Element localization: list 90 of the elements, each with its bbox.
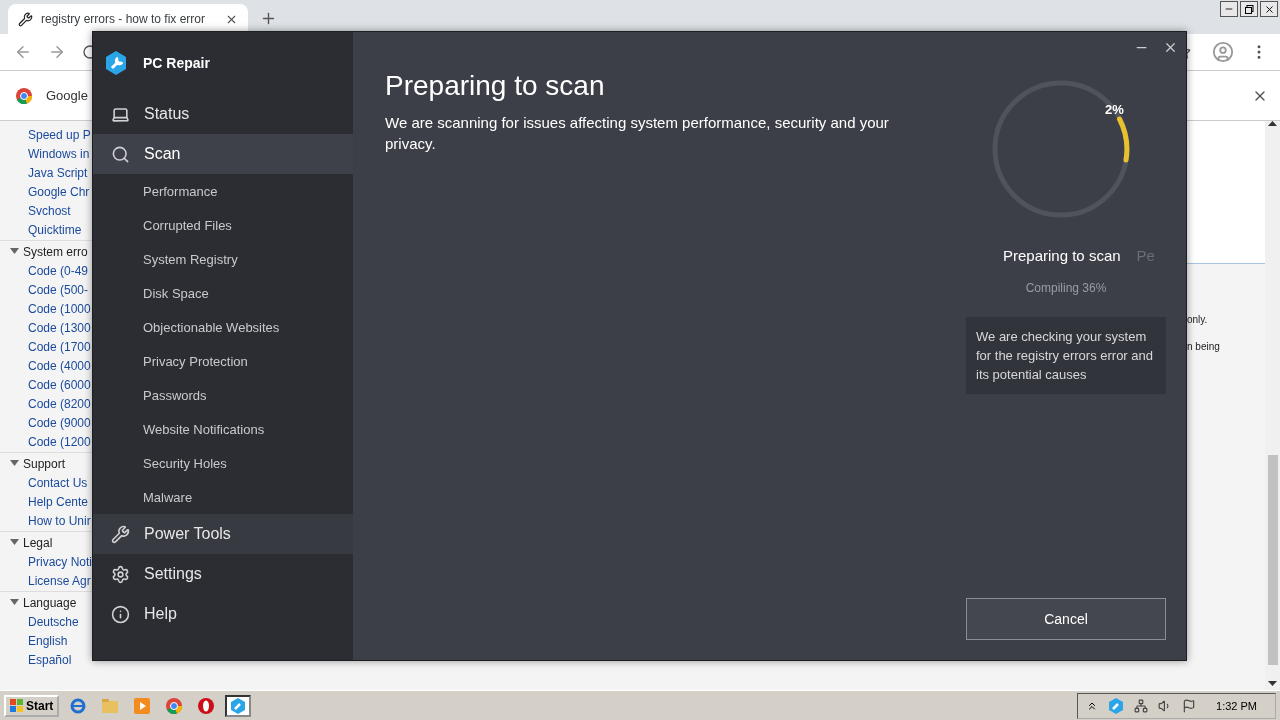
nav-subitem[interactable]: Website Notifications: [93, 412, 353, 446]
avatar-icon[interactable]: [1212, 41, 1234, 63]
logo-icon: [105, 51, 127, 75]
nav-link[interactable]: Code (1200: [0, 433, 92, 452]
nav-link[interactable]: Code (9000: [0, 414, 92, 433]
info-message: We are checking your system for the registry errors error and its potential causes: [966, 317, 1166, 394]
taskbar-app[interactable]: [225, 694, 252, 717]
browser-icon: [70, 697, 87, 714]
nav-link[interactable]: Speed up P: [0, 126, 92, 145]
forward-icon[interactable]: [48, 43, 66, 61]
nav-link[interactable]: Code (4000: [0, 357, 92, 376]
nav-subitem[interactable]: Disk Space: [93, 276, 353, 310]
chrome-icon: [166, 697, 183, 714]
wrench-icon: [111, 524, 130, 544]
search-icon: [111, 144, 130, 164]
stage-label: Preparing to scan: [1003, 247, 1121, 264]
progress-percent: 2%: [1105, 102, 1124, 117]
nav-item[interactable]: Scan: [93, 134, 353, 174]
nav-subitem[interactable]: Objectionable Websites: [93, 310, 353, 344]
triangle-icon[interactable]: [10, 460, 19, 467]
flag-icon[interactable]: [1182, 698, 1197, 713]
close-icon[interactable]: [1163, 40, 1178, 55]
page-text: only.: [1187, 314, 1209, 325]
page-text: n being: [1187, 341, 1221, 352]
nav-link[interactable]: Svchost: [0, 202, 92, 221]
nav-subitem[interactable]: Malware: [93, 480, 353, 514]
network-icon[interactable]: [1134, 698, 1149, 713]
nav-link[interactable]: Java Script: [0, 164, 92, 183]
nav-subitem[interactable]: Performance: [93, 174, 353, 208]
nav-link[interactable]: Deutsche: [0, 613, 92, 632]
folder-icon: [102, 698, 119, 713]
nav-link[interactable]: Code (1000: [0, 300, 92, 319]
info-icon: [111, 604, 130, 624]
start-button[interactable]: Start: [4, 694, 60, 717]
nav-link[interactable]: Español: [0, 651, 92, 670]
nav-subitem[interactable]: Corrupted Files: [93, 208, 353, 242]
nav-link[interactable]: Contact Us: [0, 474, 92, 493]
nav-link[interactable]: How to Unir: [0, 512, 92, 531]
nav-group-label[interactable]: Language: [23, 595, 77, 610]
opera-icon: [198, 697, 215, 714]
nav-link[interactable]: English: [0, 632, 92, 651]
repair-app-icon: [230, 697, 247, 714]
wrench-icon: [18, 11, 33, 27]
clock: 1:32 PM: [1215, 699, 1258, 712]
scrollbar[interactable]: [1265, 121, 1280, 690]
triangle-icon[interactable]: [10, 248, 19, 255]
nav-link[interactable]: Windows in: [0, 145, 92, 164]
nav-link[interactable]: Code (8200: [0, 395, 92, 414]
nav-link[interactable]: Quicktime: [0, 221, 92, 240]
nav-link[interactable]: Code (0-49: [0, 262, 92, 281]
nav-link[interactable]: Privacy Noti: [0, 553, 92, 572]
restore-icon: [1244, 4, 1254, 14]
nav-link[interactable]: License Agr: [0, 572, 92, 591]
settings-icon: [111, 564, 130, 584]
nav-subitem[interactable]: Security Holes: [93, 446, 353, 480]
description: We are scanning for issues affecting system performance, security and your privacy.: [385, 113, 890, 154]
windows-logo-icon: [10, 698, 24, 713]
close-icon: [1263, 3, 1275, 15]
scroll-down-icon[interactable]: [1268, 681, 1277, 686]
progress-detail: Compiling 36%: [1024, 281, 1108, 295]
nav-subitem[interactable]: Passwords: [93, 378, 353, 412]
nav-group-label[interactable]: System erro: [23, 244, 88, 259]
nav-link[interactable]: Help Cente: [0, 493, 92, 512]
media-player-icon: [134, 697, 151, 714]
infobar-text: Google: [46, 88, 88, 103]
nav-link[interactable]: Google Chr: [0, 183, 92, 202]
nav-link[interactable]: Code (6000: [0, 376, 92, 395]
browser-tab[interactable]: registry errors - how to fix error: [8, 4, 248, 34]
minimize-button[interactable]: [1220, 1, 1238, 17]
nav-subitem[interactable]: System Registry: [93, 242, 353, 276]
nav-link[interactable]: Code (500-: [0, 281, 92, 300]
nav-subitem[interactable]: Privacy Protection: [93, 344, 353, 378]
repair-app-icon: [1108, 697, 1125, 714]
triangle-icon[interactable]: [10, 539, 19, 546]
triangle-icon[interactable]: [10, 599, 19, 606]
nav-item[interactable]: Power Tools: [93, 514, 353, 554]
new-tab-icon[interactable]: [260, 10, 277, 27]
chrome-icon: [16, 87, 32, 104]
nav-group-label[interactable]: Support: [23, 456, 66, 471]
nav-group-label[interactable]: Legal: [23, 535, 53, 550]
back-icon[interactable]: [14, 43, 32, 61]
app-title: PC Repair: [143, 55, 210, 71]
nav-link[interactable]: Code (1300: [0, 319, 92, 338]
heading: Preparing to scan: [385, 70, 606, 102]
nav-link[interactable]: Code (1700: [0, 338, 92, 357]
close-button[interactable]: [1260, 1, 1278, 17]
tab-title: registry errors - how to fix error: [41, 12, 207, 26]
restore-button[interactable]: [1240, 1, 1258, 17]
cancel-button[interactable]: Cancel: [966, 598, 1166, 640]
scroll-thumb[interactable]: [1267, 455, 1278, 665]
